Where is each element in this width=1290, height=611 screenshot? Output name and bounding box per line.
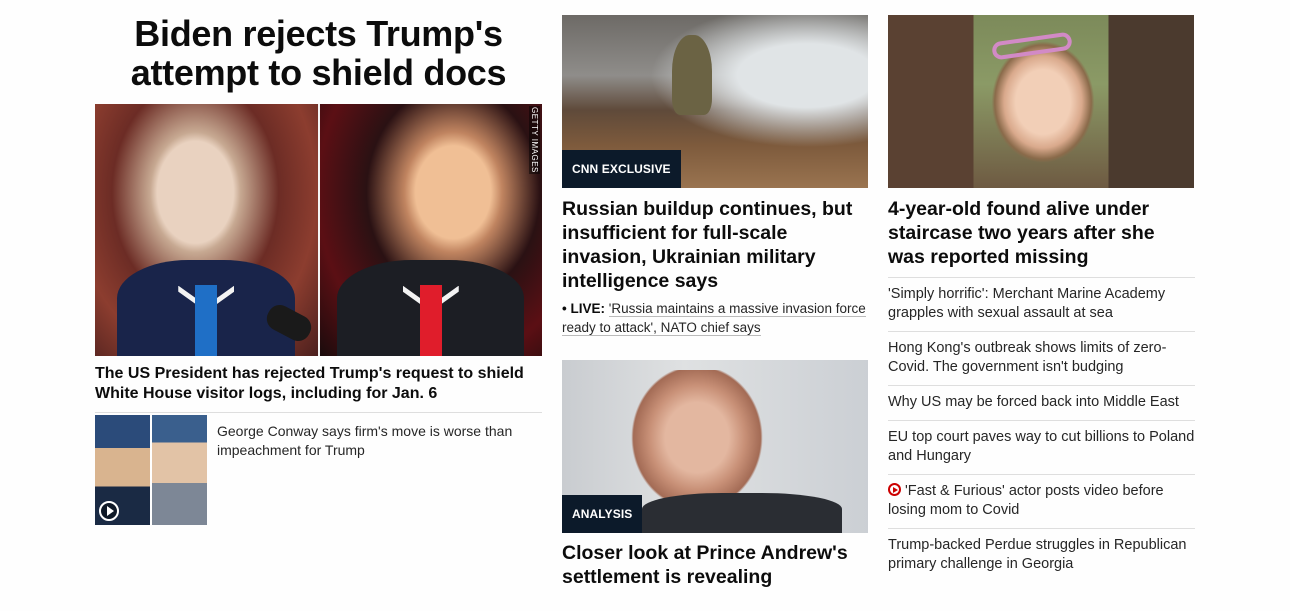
list-item-link[interactable]: EU top court paves way to cut billions t…	[888, 429, 1194, 464]
soldier-image[interactable]: CNN EXCLUSIVE	[562, 15, 868, 188]
list-item-link[interactable]: Why US may be forced back into Middle Ea…	[888, 394, 1179, 410]
story-card-russia: CNN EXCLUSIVE Russian buildup continues,…	[562, 15, 868, 337]
russia-headline[interactable]: Russian buildup continues, but insuffici…	[562, 197, 868, 293]
lead-image[interactable]: GETTY IMAGES	[95, 104, 542, 356]
image-credit: GETTY IMAGES	[529, 106, 540, 174]
play-icon[interactable]	[99, 501, 119, 521]
lead-headline[interactable]: Biden rejects Trump's attempt to shield …	[95, 14, 542, 92]
biden-photo	[95, 104, 320, 356]
video-play-icon[interactable]	[888, 483, 901, 496]
girl-headline[interactable]: 4-year-old found alive under staircase t…	[888, 197, 1195, 269]
list-item-link[interactable]: Hong Kong's outbreak shows limits of zer…	[888, 340, 1166, 375]
analysis-tag: ANALYSIS	[562, 495, 643, 533]
headline-list: 'Simply horrific': Merchant Marine Acade…	[888, 277, 1195, 582]
list-item: Hong Kong's outbreak shows limits of zer…	[888, 332, 1195, 386]
related-story-link[interactable]: George Conway says firm's move is worse …	[217, 422, 542, 525]
live-bullet: •	[562, 301, 567, 316]
related-story[interactable]: George Conway says firm's move is worse …	[95, 415, 542, 525]
prince-andrew-image[interactable]: ANALYSIS	[562, 360, 868, 533]
list-item: Trump-backed Perdue struggles in Republi…	[888, 529, 1195, 582]
exclusive-tag: CNN EXCLUSIVE	[562, 150, 681, 188]
list-item-link[interactable]: 'Simply horrific': Merchant Marine Acade…	[888, 286, 1165, 321]
andrew-headline[interactable]: Closer look at Prince Andrew's settlemen…	[562, 541, 868, 589]
middle-column: CNN EXCLUSIVE Russian buildup continues,…	[562, 15, 868, 589]
story-card-andrew: ANALYSIS Closer look at Prince Andrew's …	[562, 360, 868, 589]
girl-image[interactable]	[888, 15, 1194, 188]
lead-story: Biden rejects Trump's attempt to shield …	[95, 14, 542, 525]
right-column: 4-year-old found alive under staircase t…	[888, 15, 1195, 582]
list-item-link[interactable]: 'Fast & Furious' actor posts video befor…	[888, 483, 1164, 518]
list-item: 'Fast & Furious' actor posts video befor…	[888, 475, 1195, 529]
soldier-figure	[672, 35, 712, 115]
lead-subheadline[interactable]: The US President has rejected Trump's re…	[95, 364, 542, 413]
live-label: LIVE:	[570, 301, 606, 316]
related-video-thumbnail[interactable]	[95, 415, 207, 525]
list-item: Why US may be forced back into Middle Ea…	[888, 386, 1195, 421]
list-item: EU top court paves way to cut billions t…	[888, 421, 1195, 475]
list-item: 'Simply horrific': Merchant Marine Acade…	[888, 278, 1195, 332]
live-update-link[interactable]: • LIVE: 'Russia maintains a massive inva…	[562, 299, 868, 337]
list-item-link[interactable]: Trump-backed Perdue struggles in Republi…	[888, 537, 1186, 572]
trump-photo	[319, 104, 542, 356]
live-text: 'Russia maintains a massive invasion for…	[562, 301, 866, 336]
